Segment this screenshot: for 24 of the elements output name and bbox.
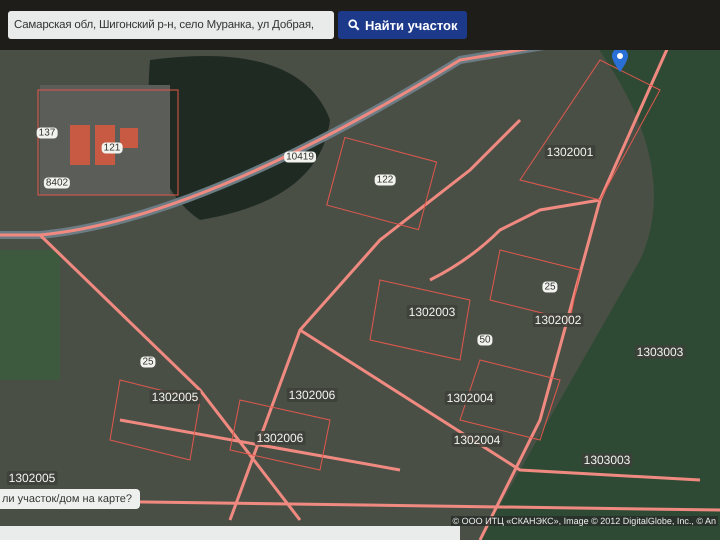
map-label: 50 [477,334,493,346]
map-label: 8402 [44,178,70,188]
search-icon [348,19,360,31]
map-hint-tooltip: ли участок/дом на карте? [0,489,140,509]
map-label: 122 [374,174,396,186]
map-label: 1303003 [582,453,632,467]
map-label: 121 [102,142,122,154]
map-label: 10419 [284,152,316,162]
map-label: 1303003 [634,345,686,359]
address-search-field[interactable]: Самарская обл, Шигонский р-н, село Муранка, ул Добрая, [8,11,334,39]
map-label: 1302003 [406,305,458,319]
map-label: 137 [36,128,58,138]
map-label: 1302006 [254,431,306,445]
map-label: 1302005 [6,471,58,485]
map-label: 1302006 [286,388,338,402]
map-label: 1302002 [532,313,584,327]
map-label: 1302004 [444,391,496,405]
map-label: 1302005 [150,390,200,404]
find-plot-button[interactable]: Найти участок [338,11,468,39]
map-attribution: © ООО ИТЦ «СКАНЭКС», Image © 2012 DigitalGlobe, Inc., © An [450,516,718,526]
map-label: 1302004 [452,433,502,447]
map-label: 25 [542,282,558,292]
map-label: 25 [140,356,156,368]
map-label: 1302001 [544,145,596,159]
